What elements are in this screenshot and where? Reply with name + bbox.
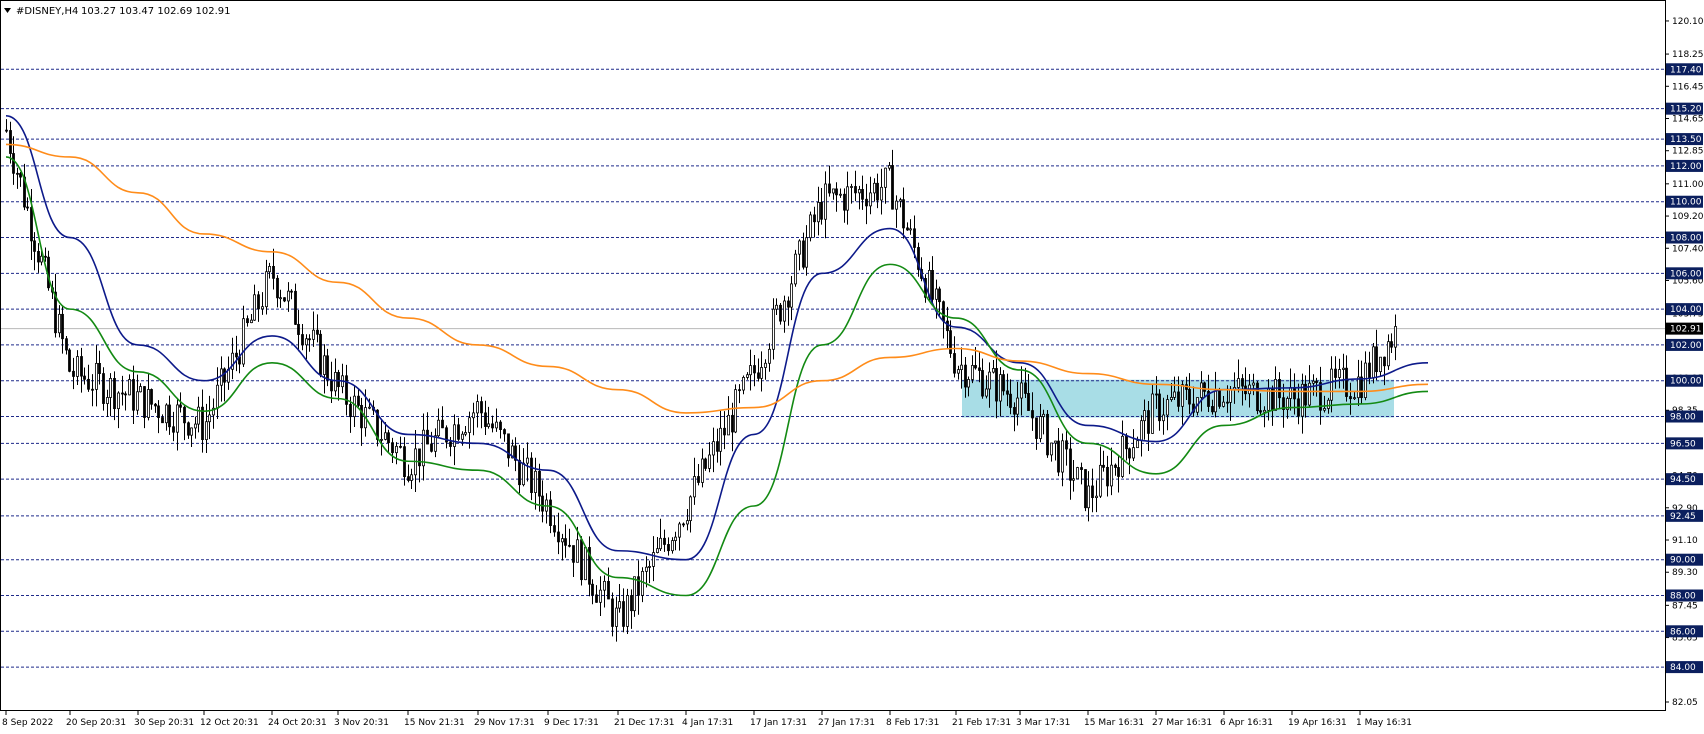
- level-price-tag-7[interactable]: 104.00: [1666, 303, 1703, 316]
- level-price-tag-13[interactable]: 92.45: [1666, 509, 1703, 522]
- y-tick-label-21: 82.05: [1672, 698, 1698, 708]
- chart-header: #DISNEY,H4 103.27 103.47 102.69 102.91: [4, 6, 231, 17]
- symbol-label: #DISNEY,H4: [16, 6, 78, 17]
- candle[interactable]: [1076, 466, 1079, 480]
- level-price-text-3: 112.00: [1670, 162, 1702, 172]
- candle[interactable]: [809, 211, 812, 242]
- level-price-tag-17[interactable]: 84.00: [1666, 661, 1703, 674]
- level-price-tag-11[interactable]: 96.50: [1666, 437, 1703, 450]
- level-price-text-13: 92.45: [1670, 512, 1696, 522]
- x-tick-label-14: 21 Feb 17:31: [952, 718, 1011, 728]
- y-tick-label-17: 89.30: [1672, 568, 1698, 578]
- x-tick-label-8: 9 Dec 17:31: [544, 718, 599, 728]
- y-tick-label-4: 112.85: [1672, 147, 1704, 157]
- x-tick-label-15: 3 Mar 17:31: [1016, 718, 1070, 728]
- level-price-text-11: 96.50: [1670, 439, 1696, 449]
- level-price-tag-9[interactable]: 100.00: [1666, 374, 1703, 387]
- level-price-tag-6[interactable]: 106.00: [1666, 267, 1703, 280]
- level-price-tag-4[interactable]: 110.00: [1666, 195, 1703, 208]
- candle[interactable]: [584, 547, 587, 581]
- x-tick-label-10: 4 Jan 17:31: [682, 718, 733, 728]
- level-price-text-15: 88.00: [1670, 592, 1696, 602]
- level-price-tag-5[interactable]: 108.00: [1666, 231, 1703, 244]
- y-tick-label-18: 87.45: [1672, 601, 1698, 611]
- y-tick-label-2: 116.45: [1672, 82, 1704, 92]
- level-price-text-6: 106.00: [1670, 269, 1702, 279]
- x-tick-label-2: 30 Sep 20:31: [134, 718, 194, 728]
- candle[interactable]: [1046, 409, 1049, 458]
- level-price-tag-15[interactable]: 88.00: [1666, 589, 1703, 602]
- level-price-tag-0[interactable]: 117.40: [1666, 63, 1703, 75]
- current-price-tag: 102.91: [1666, 322, 1703, 335]
- x-tick-label-9: 21 Dec 17:31: [614, 718, 675, 728]
- level-price-text-8: 102.00: [1670, 341, 1702, 351]
- candle[interactable]: [633, 576, 636, 617]
- x-tick-label-6: 15 Nov 21:31: [404, 718, 465, 728]
- level-price-text-9: 100.00: [1670, 377, 1702, 387]
- level-price-tag-12[interactable]: 94.50: [1666, 473, 1703, 486]
- level-price-text-12: 94.50: [1670, 475, 1696, 485]
- x-tick-label-3: 12 Oct 20:31: [200, 718, 259, 728]
- level-price-tag-10[interactable]: 98.00: [1666, 410, 1703, 423]
- x-tick-label-4: 24 Oct 20:31: [268, 718, 327, 728]
- candle[interactable]: [1218, 387, 1221, 409]
- y-tick-label-6: 109.20: [1672, 212, 1704, 222]
- x-tick-label-18: 6 Apr 16:31: [1220, 718, 1273, 728]
- current-price-text: 102.91: [1670, 325, 1702, 335]
- ohlc-readout: 103.27 103.47 102.69 102.91: [81, 6, 231, 17]
- x-tick-label-5: 3 Nov 20:31: [334, 718, 389, 728]
- level-price-text-7: 104.00: [1670, 305, 1702, 315]
- x-tick-label-20: 1 May 16:31: [1356, 718, 1412, 728]
- level-price-tag-16[interactable]: 86.00: [1666, 625, 1703, 638]
- y-tick-label-1: 118.25: [1672, 50, 1704, 60]
- x-tick-label-16: 15 Mar 16:31: [1084, 718, 1144, 728]
- level-price-text-14: 90.00: [1670, 556, 1696, 566]
- x-tick-label-7: 29 Nov 17:31: [474, 718, 535, 728]
- candle[interactable]: [319, 330, 322, 378]
- level-price-text-17: 84.00: [1670, 663, 1696, 673]
- level-price-tag-14[interactable]: 90.00: [1666, 553, 1703, 566]
- level-price-text-2: 113.50: [1670, 135, 1702, 145]
- y-tick-label-3: 114.65: [1672, 114, 1704, 124]
- level-price-text-1: 115.20: [1670, 105, 1702, 115]
- candle[interactable]: [1084, 469, 1087, 512]
- x-tick-label-12: 27 Jan 17:31: [818, 718, 875, 728]
- y-tick-label-0: 120.10: [1672, 17, 1704, 27]
- level-price-tag-1[interactable]: 115.20: [1666, 102, 1703, 115]
- candle[interactable]: [68, 348, 71, 373]
- level-price-tag-8[interactable]: 102.00: [1666, 338, 1703, 351]
- chart-canvas[interactable]: 120.10 118.25 116.45 114.65 112.85 111.00 109.…: [0, 0, 1704, 730]
- x-tick-label-0: 8 Sep 2022: [2, 718, 53, 728]
- level-price-text-4: 110.00: [1670, 198, 1702, 208]
- candle[interactable]: [580, 536, 583, 586]
- y-tick-label-5: 111.00: [1672, 180, 1704, 190]
- x-tick-label-13: 8 Feb 17:31: [886, 718, 939, 728]
- level-price-text-16: 86.00: [1670, 627, 1696, 637]
- x-tick-label-19: 19 Apr 16:31: [1288, 718, 1347, 728]
- candle[interactable]: [794, 249, 797, 287]
- candle[interactable]: [1256, 380, 1259, 415]
- y-tick-label-7: 107.40: [1672, 244, 1704, 254]
- y-tick-label-16: 91.10: [1672, 536, 1698, 546]
- candle[interactable]: [779, 302, 782, 325]
- plot-frame: [0, 0, 1666, 711]
- chart-root: 120.10 118.25 116.45 114.65 112.85 111.00 109.…: [0, 0, 1704, 730]
- level-price-text-0: 117.40: [1670, 65, 1702, 75]
- x-tick-label-11: 17 Jan 17:31: [750, 718, 807, 728]
- level-price-tag-2[interactable]: 113.50: [1666, 133, 1703, 146]
- level-price-text-5: 108.00: [1670, 234, 1702, 244]
- level-price-tag-3[interactable]: 112.00: [1666, 159, 1703, 172]
- level-price-text-10: 98.00: [1670, 413, 1696, 423]
- x-tick-label-1: 20 Sep 20:31: [66, 718, 126, 728]
- x-tick-label-17: 27 Mar 16:31: [1152, 718, 1212, 728]
